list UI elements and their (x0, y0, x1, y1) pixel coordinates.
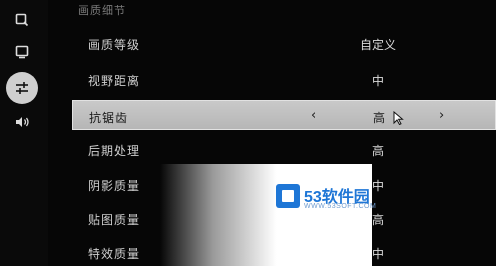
setting-row-view-distance[interactable]: 视野距离 中 (72, 64, 496, 94)
watermark-url: WWW.53SOFT.COM (304, 203, 377, 210)
setting-row-quality-level[interactable]: 画质等级 自定义 (72, 28, 496, 58)
display-icon (15, 45, 29, 59)
sidebar (0, 0, 48, 266)
setting-row-post-processing[interactable]: 后期处理 高 (72, 134, 496, 164)
setting-label: 阴影质量 (88, 179, 141, 193)
setting-label: 后期处理 (88, 144, 141, 158)
setting-label: 抗锯齿 (89, 111, 129, 125)
setting-value: 自定义 (359, 38, 396, 52)
setting-value: 高 (371, 144, 384, 158)
next-option-button[interactable]: › (439, 108, 444, 123)
search-button[interactable] (6, 4, 38, 36)
setting-value: 中 (371, 74, 384, 88)
watermark-logo-icon (276, 184, 300, 208)
setting-label: 特效质量 (88, 247, 141, 261)
prev-option-button[interactable]: ‹ (311, 108, 316, 123)
setting-label: 视野距离 (88, 74, 141, 88)
section-header: 画质细节 (78, 4, 126, 17)
sliders-icon (16, 82, 28, 94)
sound-icon (16, 117, 29, 127)
display-button[interactable] (6, 36, 38, 68)
watermark-overlay (160, 164, 372, 266)
search-icon (15, 13, 29, 27)
setting-label: 贴图质量 (88, 213, 141, 227)
graphics-settings-button[interactable] (6, 72, 38, 104)
setting-label: 画质等级 (88, 38, 141, 52)
setting-row-anti-aliasing[interactable]: 抗锯齿 ‹ 高 › (72, 100, 496, 130)
sound-button[interactable] (6, 106, 38, 138)
mouse-cursor-icon (393, 111, 404, 125)
